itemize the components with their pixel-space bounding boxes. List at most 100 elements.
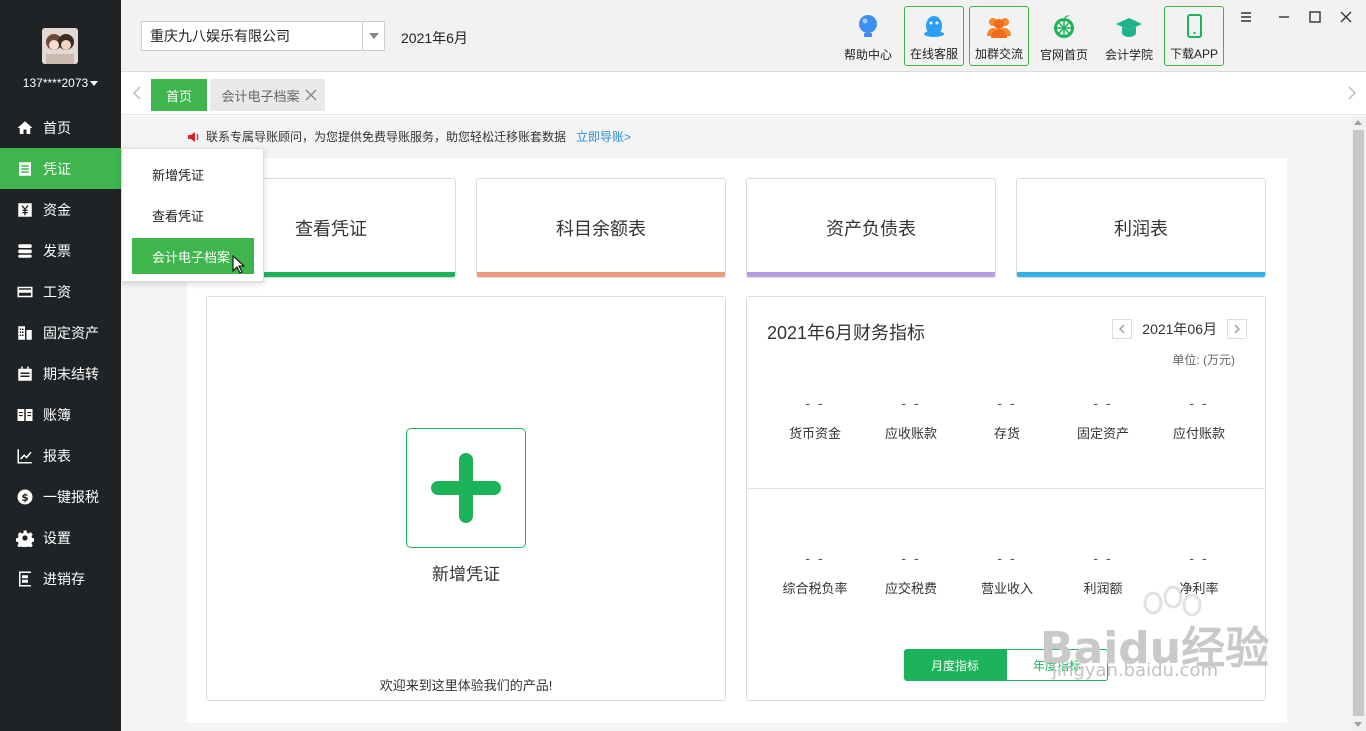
maximize-icon[interactable]: [1305, 8, 1325, 26]
sidebar-item-salary[interactable]: 工资: [0, 271, 121, 312]
metric-inventory[interactable]: - - 存货: [959, 395, 1055, 442]
mobile-phone-icon: [1187, 14, 1202, 38]
metric-label: 应收账款: [884, 426, 937, 441]
metric-value: - -: [805, 550, 825, 566]
official-site-label: 官网首页: [1039, 48, 1088, 62]
watermark-url: jingyan.baidu.com: [1052, 660, 1219, 681]
welcome-text: 欢迎来到这里体验我们的产品!: [379, 678, 553, 693]
top-bar: 重庆九八娱乐有限公司 2021年6月 帮助中心 在线客服 加群交流 官网首页 会…: [121, 0, 1366, 72]
avatar-image: [42, 28, 78, 64]
scroll-down-icon[interactable]: [1354, 722, 1362, 727]
add-voucher-button[interactable]: [406, 428, 526, 548]
metric-receivables[interactable]: - - 应收账款: [863, 395, 959, 442]
chevron-down-icon[interactable]: [362, 22, 384, 50]
notice-text: 联系专属导账顾问，为您提供免费导账服务，助您轻松迁移账套数据: [206, 130, 567, 144]
quick-card-label: 资产负债表: [826, 219, 916, 239]
metric-cash[interactable]: - - 货币资金: [767, 395, 863, 442]
sidebar-item-settings[interactable]: 设置: [0, 517, 121, 558]
quick-card-balance-sheet[interactable]: 资产负债表: [746, 178, 996, 278]
sidebar-item-label: 凭证: [43, 160, 71, 177]
monthly-indicator-button[interactable]: 月度指标: [904, 649, 1006, 681]
quick-card-account-balance[interactable]: 科目余额表: [476, 178, 726, 278]
sidebar-item-inventory[interactable]: 进销存: [0, 558, 121, 599]
metric-value: - -: [1189, 550, 1209, 566]
company-select[interactable]: 重庆九八娱乐有限公司: [141, 21, 385, 51]
sidebar-item-voucher[interactable]: 凭证: [0, 148, 121, 189]
sidebar-item-invoice[interactable]: 发票: [0, 230, 121, 271]
metric-payables[interactable]: - - 应付账款: [1151, 395, 1247, 442]
sidebar-item-label: 期末结转: [43, 365, 99, 382]
metric-value: - -: [1093, 550, 1113, 566]
vertical-scrollbar[interactable]: [1351, 116, 1366, 731]
import-now-link[interactable]: 立即导账>: [576, 128, 631, 145]
submenu-item-add-voucher[interactable]: 新增凭证: [132, 156, 254, 192]
close-icon[interactable]: [1336, 8, 1356, 26]
help-center-label: 帮助中心: [843, 48, 892, 62]
scroll-up-icon[interactable]: [1354, 120, 1362, 125]
join-group-button[interactable]: 加群交流: [969, 6, 1029, 66]
gear-icon: [16, 529, 34, 547]
chart-line-icon: [16, 447, 34, 465]
tab-close-icon[interactable]: [305, 89, 317, 101]
quick-card-accent-bar: [477, 272, 725, 277]
online-service-button[interactable]: 在线客服: [904, 6, 964, 66]
scrollbar-thumb[interactable]: [1353, 130, 1364, 716]
metric-taxes-payable[interactable]: - - 应交税费: [863, 550, 959, 597]
inventory-icon: [16, 570, 34, 588]
metric-label: 综合税负率: [782, 581, 848, 596]
month-navigator: 2021年06月: [1112, 319, 1247, 339]
sidebar-item-fixed-assets[interactable]: 固定资产: [0, 312, 121, 353]
official-site-button[interactable]: 官网首页: [1034, 6, 1094, 66]
download-app-button[interactable]: 下载APP: [1164, 6, 1224, 66]
lime-logo-icon: [1054, 15, 1074, 38]
sidebar-item-ledger[interactable]: 账簿: [0, 394, 121, 435]
quick-card-income-statement[interactable]: 利润表: [1016, 178, 1266, 278]
submenu-item-label: 会计电子档案: [152, 249, 231, 265]
accounting-academy-button[interactable]: 会计学院: [1099, 6, 1159, 66]
yen-icon: [16, 201, 34, 219]
quick-card-accent-bar: [1017, 272, 1265, 277]
sidebar-item-label: 账簿: [43, 406, 71, 423]
user-account-menu[interactable]: 137****2073: [0, 76, 121, 90]
avatar[interactable]: [42, 28, 78, 64]
submenu-item-view-voucher[interactable]: 查看凭证: [132, 197, 254, 233]
company-select-value: 重庆九八娱乐有限公司: [150, 28, 290, 44]
tab-accounting-archive[interactable]: 会计电子档案: [210, 79, 325, 111]
metric-value: - -: [901, 395, 921, 411]
metric-fixed-assets[interactable]: - - 固定资产: [1055, 395, 1151, 442]
metric-tax-burden-rate[interactable]: - - 综合税负率: [767, 550, 863, 597]
next-month-icon[interactable]: [1227, 319, 1247, 339]
metric-label: 货币资金: [788, 426, 841, 441]
financial-indicators-title: 2021年6月财务指标: [767, 323, 926, 343]
metric-label: 应交税费: [884, 581, 937, 596]
quick-card-label: 科目余额表: [556, 219, 646, 239]
metric-value: - -: [805, 395, 825, 411]
sidebar-item-reports[interactable]: 报表: [0, 435, 121, 476]
minimize-icon[interactable]: [1274, 8, 1294, 26]
metric-value: - -: [901, 550, 921, 566]
tab-home[interactable]: 首页: [151, 79, 207, 111]
ledger-book-icon: [16, 406, 34, 424]
speaker-icon: [188, 131, 199, 142]
prev-month-icon[interactable]: [1112, 319, 1133, 339]
metric-label: 固定资产: [1076, 426, 1129, 441]
sidebar-item-funds[interactable]: 资金: [0, 189, 121, 230]
month-value: 2021年06月: [1142, 321, 1217, 337]
sidebar-item-label: 发票: [43, 242, 71, 259]
help-center-button[interactable]: 帮助中心: [838, 6, 898, 66]
metrics-divider: [747, 488, 1265, 489]
sidebar-item-tax[interactable]: $ 一键报税: [0, 476, 121, 517]
tab-scroll-right-icon[interactable]: [1346, 85, 1358, 101]
tab-scroll-left-icon[interactable]: [131, 85, 143, 101]
metric-label: 存货: [993, 426, 1020, 441]
graduation-cap-icon: [1116, 18, 1142, 37]
lightbulb-icon: [859, 15, 877, 37]
sidebar-item-home[interactable]: 首页: [0, 107, 121, 148]
sidebar-nav: 首页 凭证 资金 发票 工资 固定资产 期末结转 账簿 报表 $ 一键报税 设置…: [0, 107, 121, 599]
tab-label: 首页: [165, 88, 192, 104]
menu-icon[interactable]: [1236, 8, 1256, 26]
sidebar-item-period-close[interactable]: 期末结转: [0, 353, 121, 394]
tab-strip: 首页 会计电子档案: [121, 73, 1366, 115]
add-voucher-panel: 新增凭证 欢迎来到这里体验我们的产品!: [206, 296, 726, 701]
mouse-cursor-icon: [232, 255, 246, 274]
